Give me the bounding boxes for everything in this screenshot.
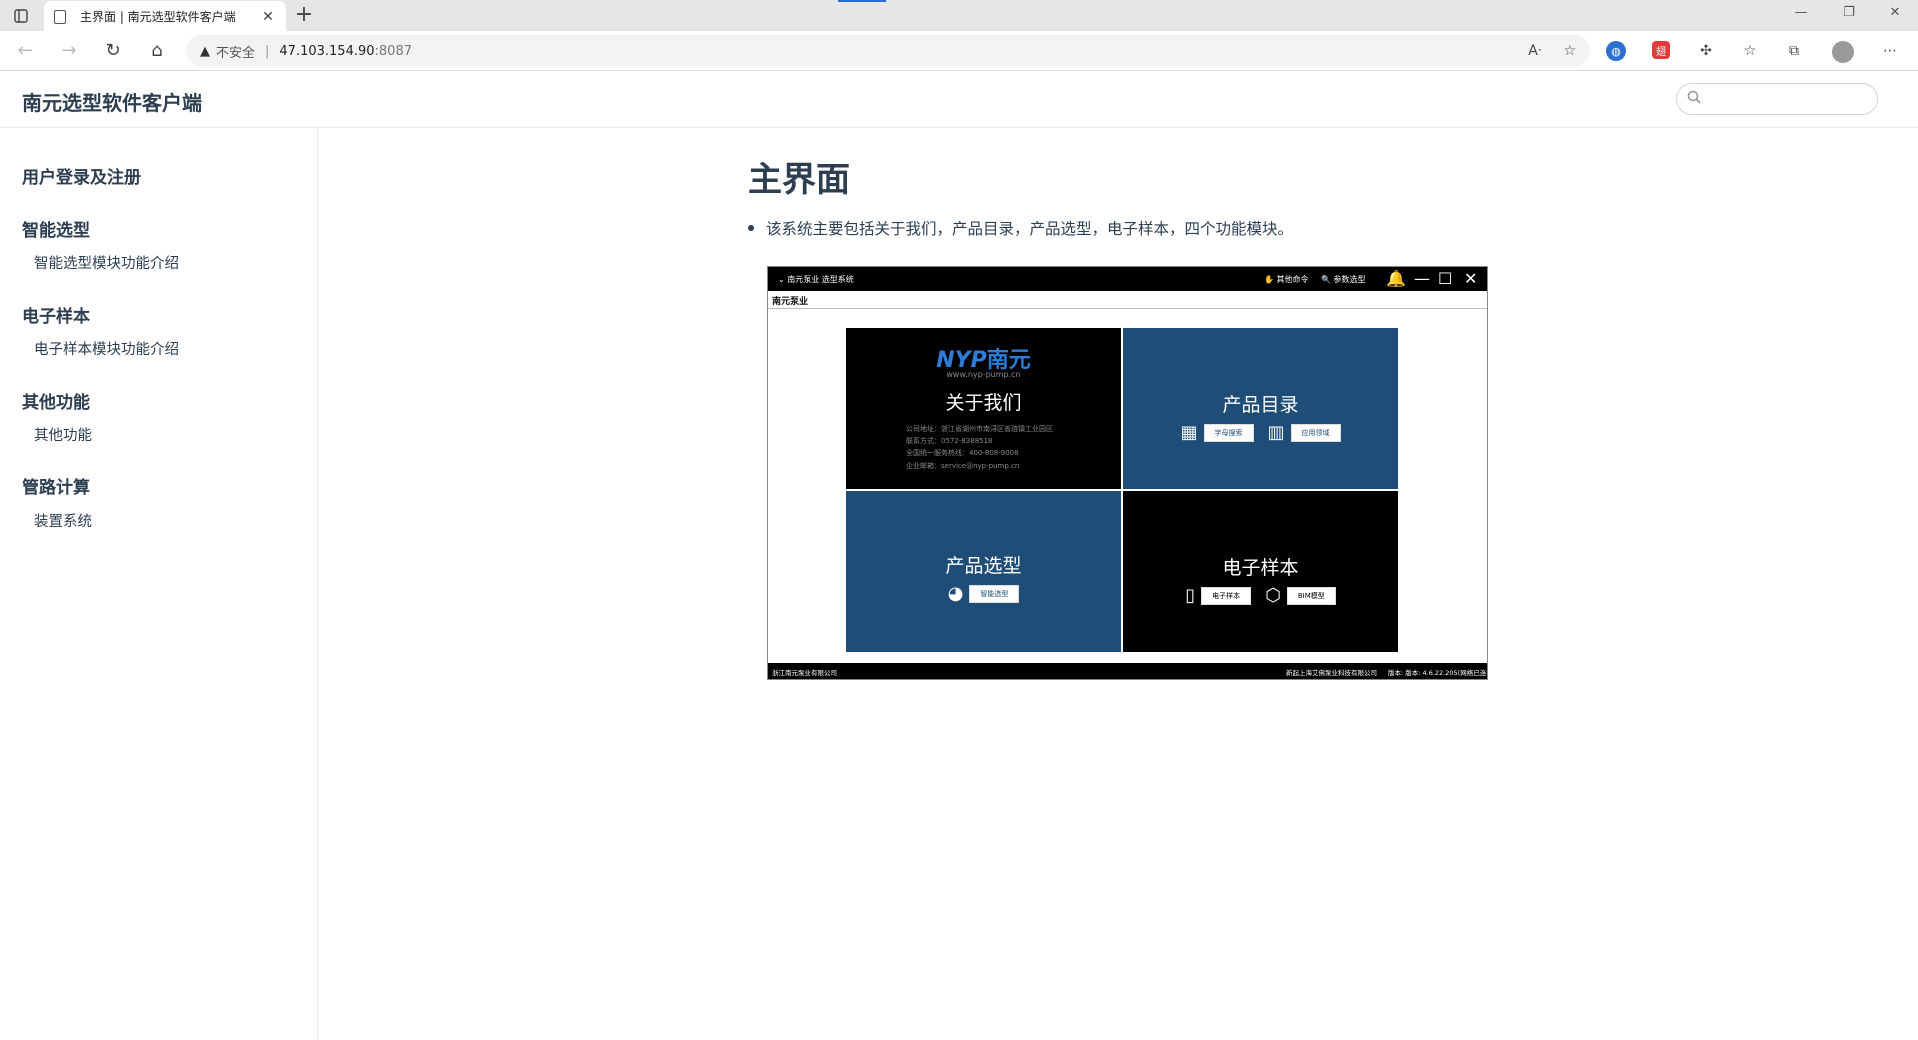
url-port: :8087 (374, 43, 412, 59)
address-bar[interactable]: ▲ 不安全 | 47.103.154.90 :8087 Aᐧ ☆ (186, 35, 1590, 67)
company-address: 公司地址：浙江省湖州市南浔区善琏镇工业园区 (906, 425, 1053, 433)
sidebar-item-e-sample-intro[interactable]: 电子样本模块功能介绍 (34, 338, 179, 359)
tile-about-us: NYP南元 www.nyp-pump.cn 关于我们 公司地址：浙江省湖州市南浔… (846, 328, 1121, 489)
page-title: 主界面 (748, 160, 850, 200)
site-header: 南元选型软件客户端 (0, 71, 1918, 128)
insecure-label[interactable]: 不安全 (216, 42, 255, 61)
search-icon (1687, 90, 1701, 104)
content-bullet: 该系统主要包括关于我们，产品目录，产品选型，电子样本，四个功能模块。 (748, 217, 1293, 239)
sidebar-group-login[interactable]: 用户登录及注册 (22, 163, 141, 188)
tile-sample-title: 电子样本 (1222, 557, 1299, 579)
sidebar-group-other[interactable]: 其他功能 (22, 388, 90, 413)
more-menu-icon[interactable]: ⋯ (1880, 41, 1900, 61)
tab-actions-icon (14, 9, 28, 23)
app-minimize-icon: — (1414, 269, 1430, 288)
app-status-bar: 浙江南元泵业有限公司 新起上海艾佛泵业科技有限公司 版本: 版本: 4.6.22… (768, 663, 1487, 679)
browser-toolbar: ← → ↻ ⌂ ▲ 不安全 | 47.103.154.90 :8087 Aᐧ ☆… (0, 31, 1918, 71)
minimize-window-button[interactable]: — (1786, 5, 1816, 20)
tile-e-sample: 电子样本 ▯ 电子样本 ⬡ BIM模型 (1123, 491, 1398, 652)
sidebar-group-pipe-calc[interactable]: 管路计算 (22, 473, 90, 498)
app-maximize-icon: ☐ (1438, 269, 1453, 288)
back-arrow-icon[interactable]: ← (12, 39, 38, 63)
browser-tab-title: 主界面 | 南元选型软件客户端 (80, 10, 236, 24)
app-tab-label: 南元泵业 (772, 297, 809, 307)
tile-product-catalog: 产品目录 ▦ 字母搜索 ▥ 应用领域 (1123, 328, 1398, 489)
status-company: 浙江南元泵业有限公司 (772, 669, 837, 677)
browser-tab-bar: 主界面 | 南元选型软件客户端 ✕ + — ❐ ✕ (0, 0, 1918, 32)
smart-select-button: 智能选型 (969, 585, 1020, 603)
tile-about-title: 关于我们 (945, 392, 1022, 414)
search-box[interactable] (1676, 83, 1878, 115)
sidebar-group-smart-select[interactable]: 智能选型 (22, 216, 90, 241)
param-select: 🔍 参数选型 (1321, 275, 1366, 284)
brain-icon: ◕ (947, 583, 964, 604)
tile-product-selection: 产品选型 ◕ 智能选型 (846, 491, 1121, 652)
bullet-text: 该系统主要包括关于我们，产品目录，产品选型，电子样本，四个功能模块。 (766, 220, 1294, 238)
tile-catalog-title: 产品目录 (1222, 394, 1299, 416)
tab-actions-button[interactable] (10, 6, 32, 26)
app-name: ⌄ 南元泵业 选型系统 (778, 275, 854, 284)
sidebar-item-other[interactable]: 其他功能 (34, 424, 92, 445)
page-icon (54, 9, 66, 24)
cube-icon: ⬡ (1265, 585, 1281, 606)
warning-triangle-icon: ▲ (200, 43, 210, 59)
app-screenshot: ⌄ 南元泵业 选型系统 ✋ 其他命令 🔍 参数选型 🔔 — ☐ ✕ 南元泵业 N… (767, 266, 1488, 680)
extensions-puzzle-icon[interactable]: ✣ (1696, 41, 1716, 61)
home-icon[interactable]: ⌂ (144, 39, 170, 63)
refresh-icon[interactable]: ↻ (100, 39, 126, 63)
app-close-icon: ✕ (1464, 269, 1478, 288)
abc-blocks-icon: ▦ (1180, 422, 1198, 443)
e-sample-button: 电子样本 (1201, 587, 1252, 605)
status-version: 版本: 版本: 4.6.22.205(网络已连接) (1388, 669, 1488, 677)
address-separator: | (265, 43, 270, 59)
globe-extension-icon[interactable]: ◍ (1606, 41, 1626, 61)
bell-icon: 🔔 (1386, 269, 1406, 288)
loading-indicator (838, 0, 886, 2)
sidebar-item-device-system[interactable]: 装置系统 (34, 510, 92, 531)
tile-selection-title: 产品选型 (945, 555, 1022, 577)
app-title-bar: ⌄ 南元泵业 选型系统 ✋ 其他命令 🔍 参数选型 🔔 — ☐ ✕ (768, 267, 1487, 291)
company-email: 企业邮箱：service@nyp-pump.cn (906, 462, 1020, 470)
url-host: 47.103.154.90 (279, 43, 375, 59)
application-field-button: 应用领域 (1290, 424, 1341, 442)
close-window-button[interactable]: ✕ (1880, 5, 1910, 20)
close-tab-icon[interactable]: ✕ (260, 9, 276, 25)
red-extension-icon[interactable]: 翅 (1652, 41, 1670, 59)
favorite-star-icon[interactable]: ☆ (1563, 43, 1576, 59)
company-hotline: 全国统一服务热线：400-808-9008 (906, 449, 1019, 457)
company-url: www.nyp-pump.cn (946, 370, 1021, 379)
company-phone: 联系方式：0572-8388518 (906, 437, 993, 445)
search-input[interactable] (1709, 88, 1869, 110)
profile-avatar[interactable] (1832, 41, 1854, 63)
app-tab-strip: 南元泵业 (768, 291, 1487, 309)
forward-arrow-icon[interactable]: → (56, 39, 82, 63)
sidebar-item-smart-select-intro[interactable]: 智能选型模块功能介绍 (34, 252, 179, 273)
book-icon: ▯ (1185, 585, 1196, 606)
other-commands: ✋ 其他命令 (1264, 275, 1309, 284)
building-icon: ▥ (1267, 422, 1285, 443)
alphabet-search-button: 字母搜索 (1203, 424, 1254, 442)
new-tab-button[interactable]: + (292, 3, 316, 27)
sidebar-group-e-sample[interactable]: 电子样本 (22, 302, 90, 327)
sidebar: 用户登录及注册 智能选型 智能选型模块功能介绍 电子样本 电子样本模块功能介绍 … (0, 128, 318, 1040)
read-aloud-icon[interactable]: Aᐧ (1528, 43, 1541, 59)
site-title[interactable]: 南元选型软件客户端 (22, 87, 202, 116)
collections-icon[interactable]: ⧉ (1784, 41, 1804, 61)
status-partner: 新起上海艾佛泵业科技有限公司 (1286, 669, 1377, 677)
browser-tab-active[interactable]: 主界面 | 南元选型软件客户端 ✕ (44, 1, 286, 32)
restore-window-button[interactable]: ❐ (1834, 5, 1864, 20)
bullet-dot (748, 224, 754, 231)
bim-model-button: BIM模型 (1286, 587, 1336, 605)
favorites-list-icon[interactable]: ☆ (1740, 41, 1760, 61)
